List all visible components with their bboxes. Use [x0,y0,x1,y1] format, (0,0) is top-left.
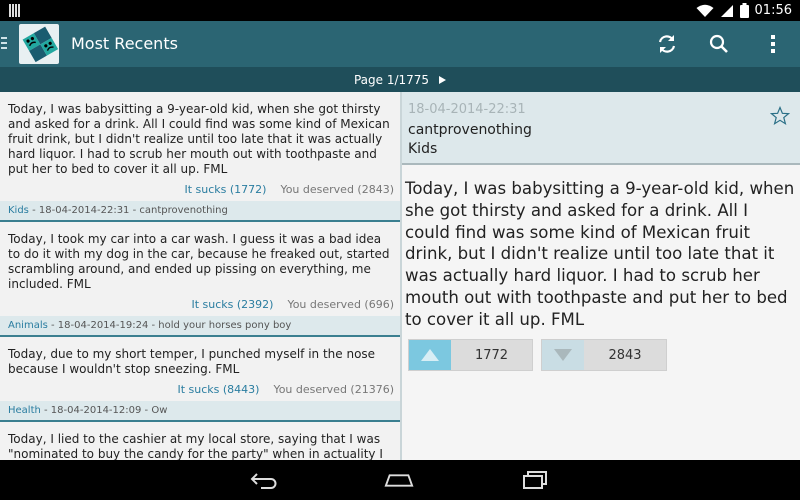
story-date-author: - 18-04-2014-22:31 - cantprovenothing [28,205,228,216]
page-indicator: Page 1/1775 [353,72,430,87]
downvote-count: 2843 [608,347,642,363]
clock: 01:56 [754,3,792,18]
story-meta: Kids - 18-04-2014-22:31 - cantprovenothi… [0,201,400,222]
story-text: Today, I was babysitting a 9-year-old ki… [8,102,390,176]
upvote-icon [409,340,451,370]
action-bar: Most Recents [0,21,800,67]
pager-bar: Page 1/1775 [0,67,800,92]
story-date-author: - 18-04-2014-12:09 - Ow [40,405,168,416]
detail-author: cantprovenothing [408,122,532,138]
upvote-button[interactable]: 1772 [408,339,533,371]
refresh-button[interactable] [652,29,682,59]
story-category[interactable]: Kids [8,205,29,216]
back-button[interactable] [249,469,279,491]
story-detail: 18-04-2014-22:31 cantprovenothing Kids T… [402,92,800,460]
detail-header: 18-04-2014-22:31 cantprovenothing Kids [402,92,800,165]
downvote-button[interactable]: 2843 [541,339,667,371]
story-date-author: - 18-04-2014-19:24 - hold your horses po… [47,320,292,331]
overflow-menu-button[interactable] [758,29,788,59]
list-item[interactable]: Today, I lied to the cashier at my local… [0,422,400,460]
wifi-icon [696,4,714,17]
story-list[interactable]: Today, I was babysitting a 9-year-old ki… [0,92,400,460]
home-button[interactable] [384,469,414,491]
status-icons: 01:56 [696,2,792,19]
overflow-menu-icon [771,35,775,53]
recent-apps-button[interactable] [520,469,550,491]
story-category[interactable]: Animals [8,320,48,331]
upvote-count: 1772 [474,347,509,363]
refresh-icon [658,35,676,53]
favorite-star-icon[interactable] [770,106,790,126]
story-category[interactable]: Health [8,405,41,416]
detail-category: Kids [408,141,438,157]
story-meta: Animals - 18-04-2014-19:24 - hold your h… [0,316,400,337]
screen-title: Most Recents [71,34,178,53]
you-deserved-link[interactable]: You deserved (2843) [280,183,394,201]
you-deserved-link[interactable]: You deserved (696) [287,298,394,316]
navigation-bar [0,460,800,500]
it-sucks-link[interactable]: It sucks (2392) [191,298,273,316]
story-text: Today, I took my car into a car wash. I … [8,232,390,291]
app-logo[interactable] [19,24,59,64]
search-icon [709,34,728,53]
back-icon [250,473,277,489]
signal-icon [720,4,733,17]
list-item[interactable]: Today, I was babysitting a 9-year-old ki… [0,92,400,222]
drawer-indicator-icon[interactable] [0,37,8,51]
battery-icon [739,3,749,18]
detail-body: Today, I was babysitting a 9-year-old ki… [405,179,795,329]
it-sucks-link[interactable]: It sucks (8443) [177,383,259,401]
story-text: Today, due to my short temper, I punched… [8,347,376,376]
story-text: Today, I lied to the cashier at my local… [8,432,383,460]
notification-icon [9,4,20,17]
home-icon [384,474,414,487]
status-bar: 01:56 [0,0,800,21]
it-sucks-link[interactable]: It sucks (1772) [184,183,266,201]
search-button[interactable] [704,29,734,59]
list-item[interactable]: Today, due to my short temper, I punched… [0,337,400,422]
story-meta: Health - 18-04-2014-12:09 - Ow [0,401,400,422]
downvote-icon [542,340,584,370]
recent-apps-icon [523,471,547,489]
list-item[interactable]: Today, I took my car into a car wash. I … [0,222,400,337]
next-page-icon[interactable] [439,75,447,84]
you-deserved-link[interactable]: You deserved (21376) [273,383,394,401]
detail-date: 18-04-2014-22:31 [408,102,526,117]
